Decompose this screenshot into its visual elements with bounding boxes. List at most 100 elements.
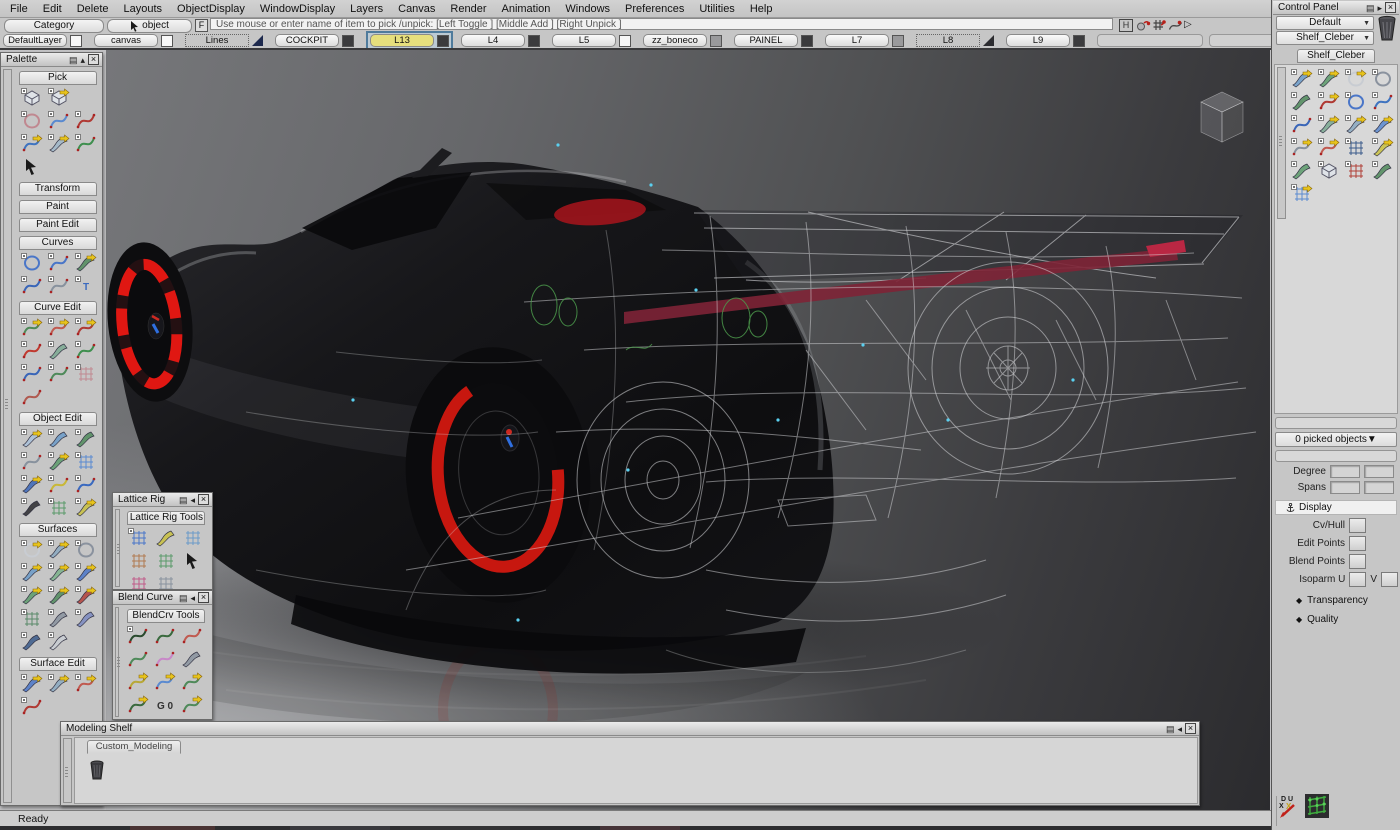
draft-surface-tool-icon[interactable] bbox=[18, 496, 45, 519]
modify-curve-tool-icon[interactable] bbox=[18, 362, 45, 385]
layer-button[interactable]: canvas bbox=[94, 34, 158, 47]
shelf-trash-icon[interactable] bbox=[89, 760, 105, 780]
degree-u-field[interactable] bbox=[1330, 465, 1360, 478]
planar-surface-tool-icon[interactable] bbox=[18, 584, 45, 607]
toolbar-expand-icon[interactable]: ▷ bbox=[1184, 19, 1192, 30]
palette-tab-paint-edit[interactable]: Paint Edit bbox=[19, 218, 97, 232]
lattice-row-tool-icon[interactable] bbox=[126, 572, 153, 590]
layer-swatch[interactable] bbox=[710, 35, 722, 47]
modeling-shelf-scroll-strip[interactable] bbox=[63, 738, 72, 803]
layer-l7[interactable]: L7 bbox=[825, 34, 904, 47]
menu-canvas[interactable]: Canvas bbox=[398, 3, 435, 15]
view-cube-icon[interactable] bbox=[1201, 92, 1243, 142]
palette-titlebar[interactable]: Palette ▤ ▴ × bbox=[1, 53, 102, 67]
blend-curve-collapse-icon[interactable]: ◂ bbox=[190, 593, 195, 603]
swept-surface-tool-icon[interactable] bbox=[45, 538, 72, 561]
new-curve-edit-points-tool-icon[interactable] bbox=[18, 274, 45, 297]
menu-delete[interactable]: Delete bbox=[77, 3, 109, 15]
add-blend-point-tool-icon[interactable] bbox=[152, 624, 179, 647]
lattice-rig-menu-icon[interactable]: ▤ bbox=[179, 495, 188, 505]
attach-curves-tool-icon[interactable] bbox=[18, 316, 45, 339]
modeling-shelf-titlebar[interactable]: Modeling Shelf ▤ ◂ × bbox=[61, 722, 1199, 736]
skin-tool-icon[interactable] bbox=[45, 561, 72, 584]
history-icon[interactable]: H bbox=[1119, 19, 1133, 32]
shelf-lattice-morph-tool-icon[interactable] bbox=[1289, 182, 1316, 205]
lattice-rig-scroll-strip[interactable] bbox=[115, 509, 120, 587]
menu-windowdisplay[interactable]: WindowDisplay bbox=[260, 3, 335, 15]
shelf-multi-blend-tool-icon[interactable] bbox=[1370, 159, 1397, 182]
pick-locator-tool-icon[interactable] bbox=[18, 155, 45, 178]
symmetry-plane-tool-icon[interactable] bbox=[72, 473, 99, 496]
degree-v-field[interactable] bbox=[1364, 465, 1394, 478]
isoparm-u-checkbox[interactable] bbox=[1349, 572, 1366, 587]
layer-swatch[interactable] bbox=[983, 35, 994, 46]
offset-tool-icon[interactable] bbox=[45, 473, 72, 496]
boundary-tool-icon[interactable] bbox=[72, 561, 99, 584]
tab-shelf-cleber[interactable]: Shelf_Cleber bbox=[1297, 49, 1375, 63]
layer-button[interactable]: L5 bbox=[552, 34, 616, 47]
modeling-shelf-menu-icon[interactable]: ▤ bbox=[1166, 724, 1175, 734]
revolve-tool-icon[interactable] bbox=[72, 538, 99, 561]
palette-tab-transform[interactable]: Transform bbox=[19, 182, 97, 196]
edit-points-checkbox[interactable] bbox=[1349, 536, 1366, 551]
blend-edit-tool-icon[interactable] bbox=[125, 693, 152, 716]
pick-all-tool-icon[interactable] bbox=[18, 86, 45, 109]
shelf-symmetry-tool-icon[interactable] bbox=[1343, 136, 1370, 159]
layer-cockpit[interactable]: COCKPIT bbox=[275, 34, 354, 47]
shelf-curve-edit-points-tool-icon[interactable] bbox=[1370, 90, 1397, 113]
shelf-project-tangent-tool-icon[interactable] bbox=[1289, 67, 1316, 90]
lattice-3d-tool-icon[interactable] bbox=[180, 526, 207, 549]
spans-v-field[interactable] bbox=[1364, 481, 1394, 494]
tab-blendcrv-tools[interactable]: BlendCrv Tools bbox=[127, 609, 205, 623]
shelf-bottom-bar[interactable] bbox=[1275, 417, 1397, 429]
shelf-swept-tool-icon[interactable] bbox=[1316, 67, 1343, 90]
pick-surface-tool-icon[interactable] bbox=[45, 132, 72, 155]
new-point-tool-icon[interactable] bbox=[45, 274, 72, 297]
layer-defaultlayer[interactable]: DefaultLayer bbox=[3, 34, 82, 47]
lattice-plane-tool-icon[interactable] bbox=[153, 526, 180, 549]
modeling-shelf-close-icon[interactable]: × bbox=[1185, 723, 1196, 734]
pick-template-tool-icon[interactable] bbox=[18, 109, 45, 132]
shelf-set-dropdown[interactable]: Default▼ bbox=[1276, 16, 1374, 30]
palette-scroll-strip[interactable] bbox=[3, 69, 12, 803]
add-points-to-curve-tool-icon[interactable] bbox=[45, 316, 72, 339]
layer-button[interactable]: L9 bbox=[1006, 34, 1070, 47]
fit-curve-tool-icon[interactable] bbox=[18, 385, 45, 408]
cut-curve-tool-icon[interactable] bbox=[72, 316, 99, 339]
menu-utilities[interactable]: Utilities bbox=[699, 3, 734, 15]
cvhull-checkbox[interactable] bbox=[1349, 518, 1366, 533]
blend-curve-titlebar[interactable]: Blend Curve ▤ ◂ × bbox=[113, 591, 212, 605]
lattice-rig-close-icon[interactable]: × bbox=[198, 494, 209, 505]
object-name-bar[interactable] bbox=[1275, 450, 1397, 462]
layer-canvas[interactable]: canvas bbox=[94, 34, 173, 47]
menu-preferences[interactable]: Preferences bbox=[625, 3, 684, 15]
layer-button[interactable]: Lines bbox=[185, 34, 249, 47]
palette-tab-curves[interactable]: Curves bbox=[19, 236, 97, 250]
pick-point-types-tool-icon[interactable] bbox=[72, 109, 99, 132]
shelf-sphere-tool-icon[interactable] bbox=[1343, 67, 1370, 90]
project-curve-tool-icon[interactable] bbox=[18, 339, 45, 362]
shelf-intersect-tool-icon[interactable] bbox=[1289, 113, 1316, 136]
menu-layers[interactable]: Layers bbox=[350, 3, 383, 15]
panel-gap-tool-icon[interactable] bbox=[18, 630, 45, 653]
new-circle-tool-icon[interactable] bbox=[18, 251, 45, 274]
tab-custom-modeling[interactable]: Custom_Modeling bbox=[87, 740, 181, 754]
blend-point-constraint-tool-icon[interactable] bbox=[179, 624, 206, 647]
new-text-tool-icon[interactable]: T bbox=[72, 274, 99, 297]
lattice-rig-collapse-icon[interactable]: ◂ bbox=[190, 495, 195, 505]
new-curve-cvs-tool-icon[interactable] bbox=[45, 251, 72, 274]
detach-tool-icon[interactable] bbox=[18, 473, 45, 496]
layer-l5[interactable]: L5 bbox=[552, 34, 631, 47]
layer-swatch[interactable] bbox=[342, 35, 354, 47]
palette-tab-pick[interactable]: Pick bbox=[19, 71, 97, 85]
blend-toggle-tool-icon[interactable] bbox=[179, 647, 206, 670]
insert-isoparms-tool-icon[interactable] bbox=[72, 450, 99, 473]
control-panel-trash-icon[interactable] bbox=[1377, 15, 1397, 44]
layer-swatch[interactable] bbox=[1073, 35, 1085, 47]
palette-close-icon[interactable]: × bbox=[88, 54, 99, 65]
primitive-sphere-tool-icon[interactable] bbox=[18, 538, 45, 561]
lattice-pick-tool-icon[interactable] bbox=[180, 549, 207, 572]
pick-mode-chip[interactable]: object bbox=[107, 19, 192, 33]
palette-tab-curve-edit[interactable]: Curve Edit bbox=[19, 301, 97, 315]
layer-swatch[interactable] bbox=[801, 35, 813, 47]
